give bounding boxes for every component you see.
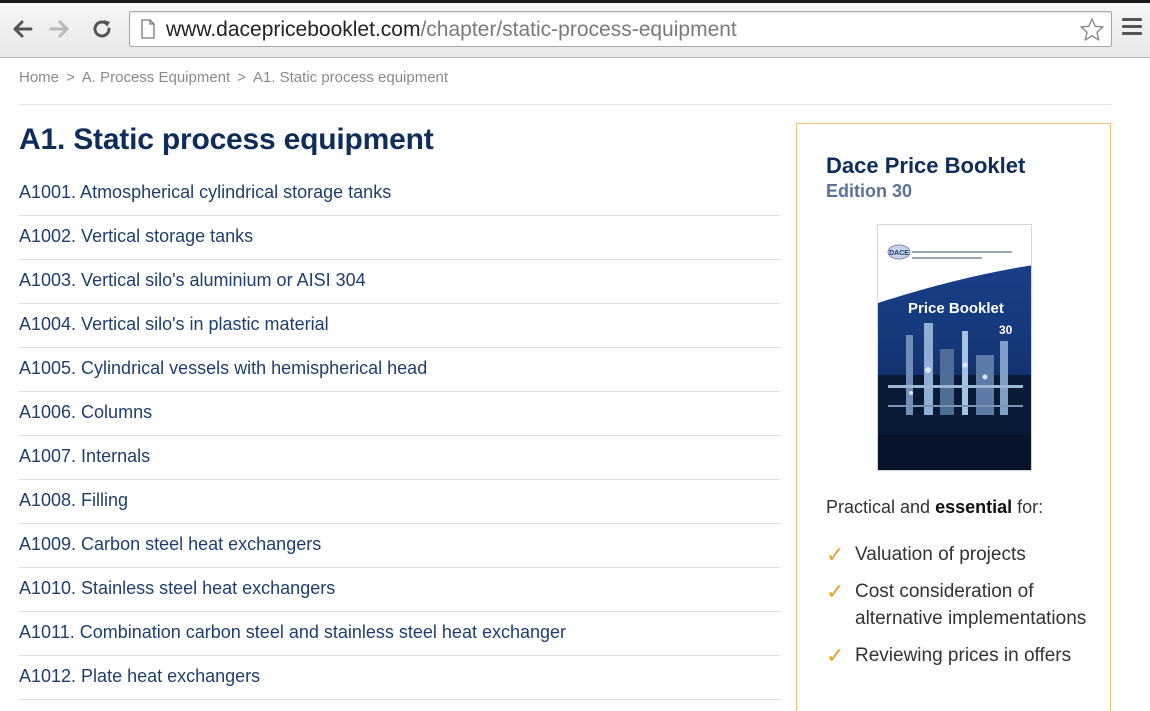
page-icon xyxy=(141,19,155,39)
item-link-a1006[interactable]: A1006. Columns xyxy=(19,402,152,423)
cover-line xyxy=(912,257,982,259)
list-item: A1001. Atmospherical cylindrical storage… xyxy=(19,172,780,216)
list-item: A1002. Vertical storage tanks xyxy=(19,216,780,260)
back-button[interactable] xyxy=(6,12,38,46)
breadcrumb-separator: > xyxy=(237,69,246,86)
svg-text:DACE: DACE xyxy=(889,250,909,257)
cover-blue-band xyxy=(878,265,1031,470)
benefit-text: Reviewing prices in offers xyxy=(855,645,1072,666)
dace-logo: DACE xyxy=(887,244,911,260)
list-item: A1003. Vertical silo's aluminium or AISI… xyxy=(19,260,780,304)
benefit-item: ✓ Reviewing prices in offers xyxy=(826,642,1096,669)
breadcrumb-process-equipment[interactable]: A. Process Equipment xyxy=(82,69,230,86)
benefit-text: Valuation of projects xyxy=(855,544,1026,565)
menu-bar xyxy=(1122,32,1142,35)
cover-edition-number: 30 xyxy=(999,323,1013,337)
list-item: A1008. Filling xyxy=(19,480,780,524)
list-item: A1009. Carbon steel heat exchangers xyxy=(19,524,780,568)
promo-edition: Edition 30 xyxy=(826,181,913,201)
breadcrumb-separator: > xyxy=(66,69,75,86)
booklet-cover-image[interactable]: DACE Price Booklet 30 xyxy=(877,224,1032,471)
check-icon: ✓ xyxy=(826,579,845,604)
list-item: A1005. Cylindrical vessels with hemisphe… xyxy=(19,348,780,392)
window-top-edge xyxy=(0,0,1150,3)
item-link-a1009[interactable]: A1009. Carbon steel heat exchangers xyxy=(19,534,321,555)
cover-title: Price Booklet xyxy=(908,300,1004,317)
promo-intro-pre: Practical and xyxy=(826,497,936,517)
list-item: A1011. Combination carbon steel and stai… xyxy=(19,612,780,656)
forward-icon xyxy=(49,20,69,38)
star-icon[interactable] xyxy=(1079,17,1105,43)
reload-icon xyxy=(93,20,111,38)
item-link-a1003[interactable]: A1003. Vertical silo's aluminium or AISI… xyxy=(19,270,366,291)
promo-intro-bold: essential xyxy=(935,497,1013,517)
reload-button[interactable] xyxy=(86,12,118,46)
page-title: A1. Static process equipment xyxy=(19,123,434,156)
item-link-a1002[interactable]: A1002. Vertical storage tanks xyxy=(19,226,253,247)
item-link-a1007[interactable]: A1007. Internals xyxy=(19,446,150,467)
booklet-promo-panel: Dace Price Booklet Edition 30 DACE Price… xyxy=(796,123,1111,711)
promo-intro: Practical and essential for: xyxy=(826,497,1043,518)
list-item: A1012. Plate heat exchangers xyxy=(19,656,780,700)
chapter-item-list: A1001. Atmospherical cylindrical storage… xyxy=(19,172,780,700)
browser-toolbar: www.dacepricebooklet.com/chapter/static-… xyxy=(0,0,1150,58)
cover-line xyxy=(912,251,1012,253)
item-link-a1010[interactable]: A1010. Stainless steel heat exchangers xyxy=(19,578,335,599)
item-link-a1004[interactable]: A1004. Vertical silo's in plastic materi… xyxy=(19,314,329,335)
promo-title[interactable]: Dace Price Booklet xyxy=(826,153,1025,179)
back-icon xyxy=(13,20,33,38)
list-item: A1004. Vertical silo's in plastic materi… xyxy=(19,304,780,348)
menu-bar xyxy=(1122,25,1142,28)
url-text[interactable]: www.dacepricebooklet.com/chapter/static-… xyxy=(166,18,737,42)
promo-intro-post: for: xyxy=(1012,497,1044,517)
item-link-a1011[interactable]: A1011. Combination carbon steel and stai… xyxy=(19,622,566,643)
breadcrumb: Home > A. Process Equipment > A1. Static pro… xyxy=(19,69,448,86)
check-icon: ✓ xyxy=(826,643,845,668)
refinery-illustration xyxy=(878,265,1031,470)
menu-bar xyxy=(1122,18,1142,21)
cover-header-lines xyxy=(912,251,1012,263)
breadcrumb-home[interactable]: Home xyxy=(19,69,59,86)
item-link-a1001[interactable]: A1001. Atmospherical cylindrical storage… xyxy=(19,182,391,203)
forward-button[interactable] xyxy=(44,12,76,46)
benefit-item: ✓ Valuation of projects xyxy=(826,541,1096,568)
breadcrumb-divider xyxy=(19,104,1111,105)
menu-icon[interactable] xyxy=(1122,18,1142,38)
list-item: A1010. Stainless steel heat exchangers xyxy=(19,568,780,612)
address-bar[interactable]: www.dacepricebooklet.com/chapter/static-… xyxy=(129,11,1112,47)
benefit-text: Cost consideration of alternative implem… xyxy=(855,581,1087,629)
list-item: A1007. Internals xyxy=(19,436,780,480)
breadcrumb-current: A1. Static process equipment xyxy=(252,69,449,86)
list-item: A1006. Columns xyxy=(19,392,780,436)
item-link-a1008[interactable]: A1008. Filling xyxy=(19,490,128,511)
item-link-a1012[interactable]: A1012. Plate heat exchangers xyxy=(19,666,260,687)
url-path: /chapter/static-process-equipment xyxy=(420,18,737,41)
check-icon: ✓ xyxy=(826,542,845,567)
benefit-list: ✓ Valuation of projects ✓ Cost considera… xyxy=(826,541,1096,679)
url-host: www.dacepricebooklet.com xyxy=(166,18,421,41)
item-link-a1005[interactable]: A1005. Cylindrical vessels with hemisphe… xyxy=(19,358,427,379)
benefit-item: ✓ Cost consideration of alternative impl… xyxy=(826,578,1096,632)
